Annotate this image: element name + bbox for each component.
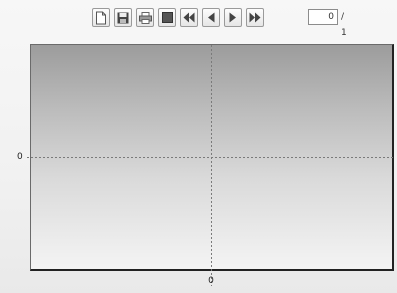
x-axis-tick-label: 0 — [208, 276, 214, 286]
y-axis-tick-label: 0 — [17, 152, 23, 162]
crosshair-gridlines — [27, 45, 393, 286]
